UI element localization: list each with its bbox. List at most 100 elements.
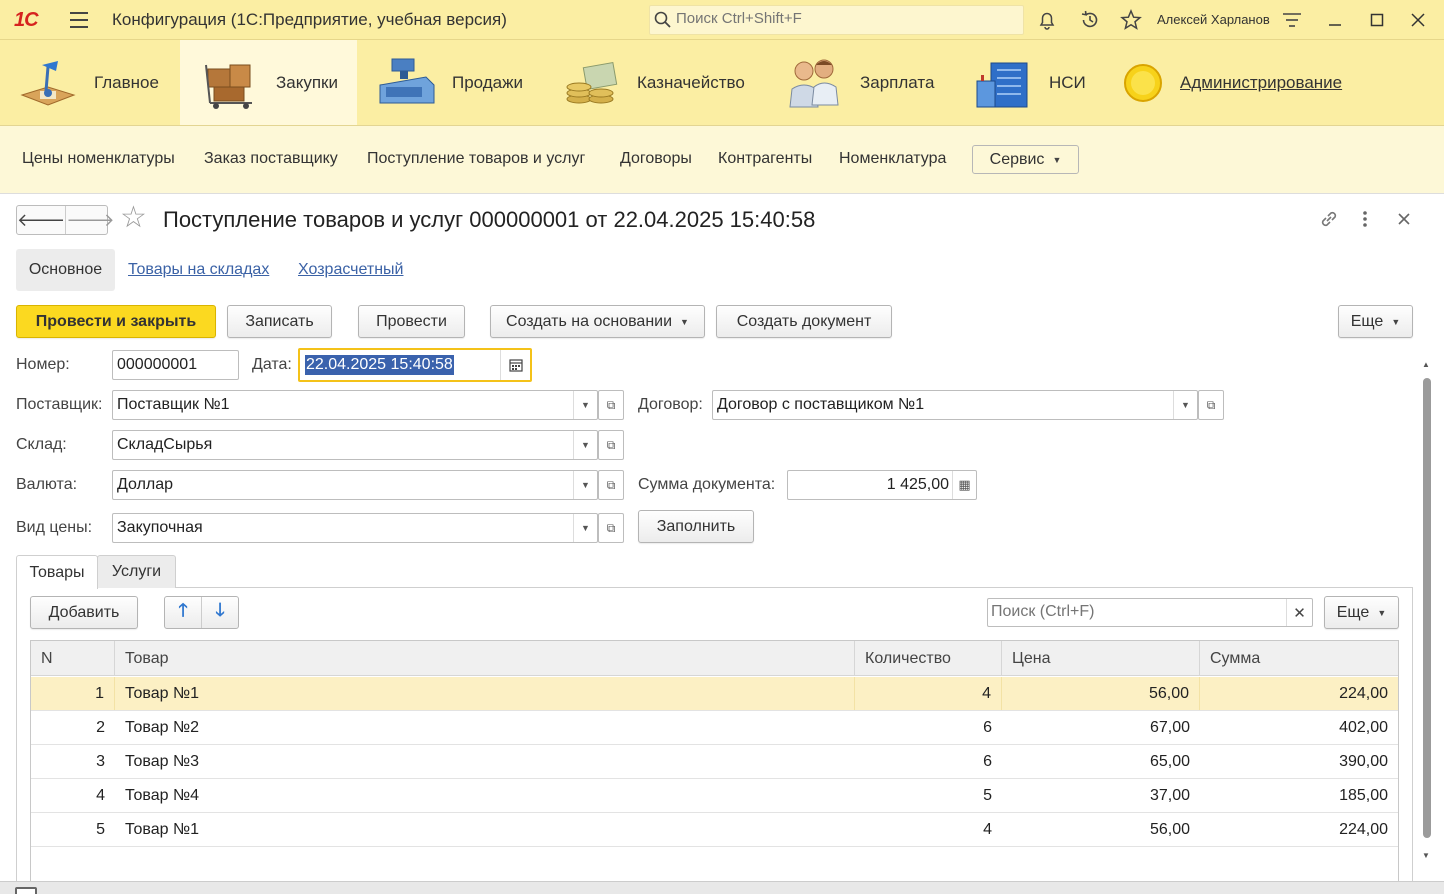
user-name[interactable]: Алексей Харланов [1157,12,1270,27]
open-currency-icon[interactable]: ⧉ [598,470,624,500]
cell-quantity[interactable]: 6 [855,745,1002,778]
cell-quantity[interactable]: 4 [855,813,1002,846]
back-arrow-icon[interactable]: 🡐 [17,206,65,234]
nav-prices[interactable]: Цены номенклатуры [22,150,175,168]
cell-product[interactable]: Товар №1 [115,677,855,710]
tab-services[interactable]: Услуги [97,555,176,588]
cell-sum[interactable]: 390,00 [1200,745,1398,778]
cell-n[interactable]: 2 [31,711,115,744]
dropdown-arrow-icon[interactable]: ▼ [573,514,597,542]
cell-n[interactable]: 3 [31,745,115,778]
cell-n[interactable]: 1 [31,677,115,710]
add-row-button[interactable]: Добавить [30,596,138,629]
cell-product[interactable]: Товар №3 [115,745,855,778]
bell-icon[interactable] [1035,8,1059,32]
cell-sum[interactable]: 224,00 [1200,677,1398,710]
calendar-icon[interactable] [500,350,530,380]
cell-price[interactable]: 37,00 [1002,779,1200,812]
favorite-star-icon[interactable]: ☆ [120,203,147,233]
table-row[interactable]: 3 Товар №3 6 65,00 390,00 [31,745,1398,779]
cell-n[interactable]: 5 [31,813,115,846]
vertical-scrollbar[interactable]: ▲ ▼ [1421,360,1433,860]
col-product[interactable]: Товар [115,641,855,676]
maximize-icon[interactable] [1365,8,1389,32]
post-button[interactable]: Провести [358,305,465,338]
table-more-button[interactable]: Еще ▼ [1324,596,1399,629]
cell-price[interactable]: 56,00 [1002,813,1200,846]
section-treasury[interactable]: Казначейство [561,40,745,125]
date-field[interactable]: 22.04.2025 15:40:58 [298,348,532,382]
contract-field[interactable]: Договор с поставщиком №1 ▼ [712,390,1198,420]
col-price[interactable]: Цена [1002,641,1200,676]
table-search-input[interactable] [991,603,1281,621]
open-warehouse-icon[interactable]: ⧉ [598,430,624,460]
fill-button[interactable]: Заполнить [638,510,754,543]
scroll-down-icon[interactable]: ▼ [1422,851,1430,860]
table-row[interactable]: 5 Товар №1 4 56,00 224,00 [31,813,1398,847]
history-icon[interactable] [1078,8,1102,32]
cell-quantity[interactable]: 5 [855,779,1002,812]
section-purchases[interactable]: Закупки [180,40,357,125]
nav-supplier-order[interactable]: Заказ поставщику [204,150,338,168]
cell-price[interactable]: 56,00 [1002,677,1200,710]
global-search-input[interactable] [676,10,1016,27]
dropdown-arrow-icon[interactable]: ▼ [573,471,597,499]
col-quantity[interactable]: Количество [855,641,1002,676]
cell-sum[interactable]: 402,00 [1200,711,1398,744]
post-and-close-button[interactable]: Провести и закрыть [16,305,216,338]
cell-n[interactable]: 4 [31,779,115,812]
close-window-icon[interactable] [1406,8,1430,32]
cell-price[interactable]: 65,00 [1002,745,1200,778]
tab-accounting[interactable]: Хозрасчетный [298,261,403,279]
section-nsi[interactable]: НСИ [973,40,1086,125]
doc-sum-field[interactable]: 1 425,00 ▦ [787,470,977,500]
cell-product[interactable]: Товар №1 [115,813,855,846]
section-admin[interactable]: Администрирование [1118,40,1342,125]
create-document-button[interactable]: Создать документ [716,305,892,338]
more-button[interactable]: Еще ▼ [1338,305,1413,338]
cell-price[interactable]: 67,00 [1002,711,1200,744]
dropdown-arrow-icon[interactable]: ▼ [573,391,597,419]
dropdown-arrow-icon[interactable]: ▼ [573,431,597,459]
cell-quantity[interactable]: 6 [855,711,1002,744]
number-field[interactable]: 000000001 [112,350,239,380]
dropdown-arrow-icon[interactable]: ▼ [1173,391,1197,419]
section-main[interactable]: Главное [18,40,159,125]
clear-search-icon[interactable]: ✕ [1286,599,1312,626]
section-salary[interactable]: Зарплата [784,40,934,125]
open-contract-icon[interactable]: ⧉ [1198,390,1224,420]
move-down-icon[interactable]: 🡓 [201,597,238,628]
price-type-field[interactable]: Закупочная ▼ [112,513,598,543]
scroll-up-icon[interactable]: ▲ [1422,360,1430,369]
service-menu-button[interactable]: Сервис ▼ [972,145,1079,174]
warehouse-field[interactable]: СкладСырья ▼ [112,430,598,460]
nav-counterparties[interactable]: Контрагенты [718,150,812,168]
move-up-icon[interactable]: 🡑 [165,597,201,628]
favorites-star-icon[interactable] [1119,8,1143,32]
save-button[interactable]: Записать [227,305,332,338]
nav-goods-receipt[interactable]: Поступление товаров и услуг [367,150,585,168]
table-row[interactable]: 1 Товар №1 4 56,00 224,00 [31,677,1398,711]
section-sales[interactable]: Продажи [376,40,523,125]
forward-arrow-icon[interactable]: 🡒 [65,206,115,234]
open-price-type-icon[interactable]: ⧉ [598,513,624,543]
cell-quantity[interactable]: 4 [855,677,1002,710]
tab-main[interactable]: Основное [16,249,115,291]
cell-sum[interactable]: 185,00 [1200,779,1398,812]
tab-goods[interactable]: Товары [16,555,98,589]
nav-contracts[interactable]: Договоры [620,150,692,168]
col-n[interactable]: N [31,641,115,676]
table-search[interactable]: ✕ [987,598,1313,627]
table-row[interactable]: 2 Товар №2 6 67,00 402,00 [31,711,1398,745]
currency-field[interactable]: Доллар ▼ [112,470,598,500]
calculator-icon[interactable]: ▦ [952,471,976,499]
tab-goods-in-warehouses[interactable]: Товары на складах [128,261,269,279]
table-row[interactable]: 4 Товар №4 5 37,00 185,00 [31,779,1398,813]
nav-nomenclature[interactable]: Номенклатура [839,150,946,168]
settings-menu-icon[interactable] [1280,8,1304,32]
cell-product[interactable]: Товар №4 [115,779,855,812]
open-supplier-icon[interactable]: ⧉ [598,390,624,420]
cell-product[interactable]: Товар №2 [115,711,855,744]
minimize-icon[interactable] [1323,8,1347,32]
cell-sum[interactable]: 224,00 [1200,813,1398,846]
